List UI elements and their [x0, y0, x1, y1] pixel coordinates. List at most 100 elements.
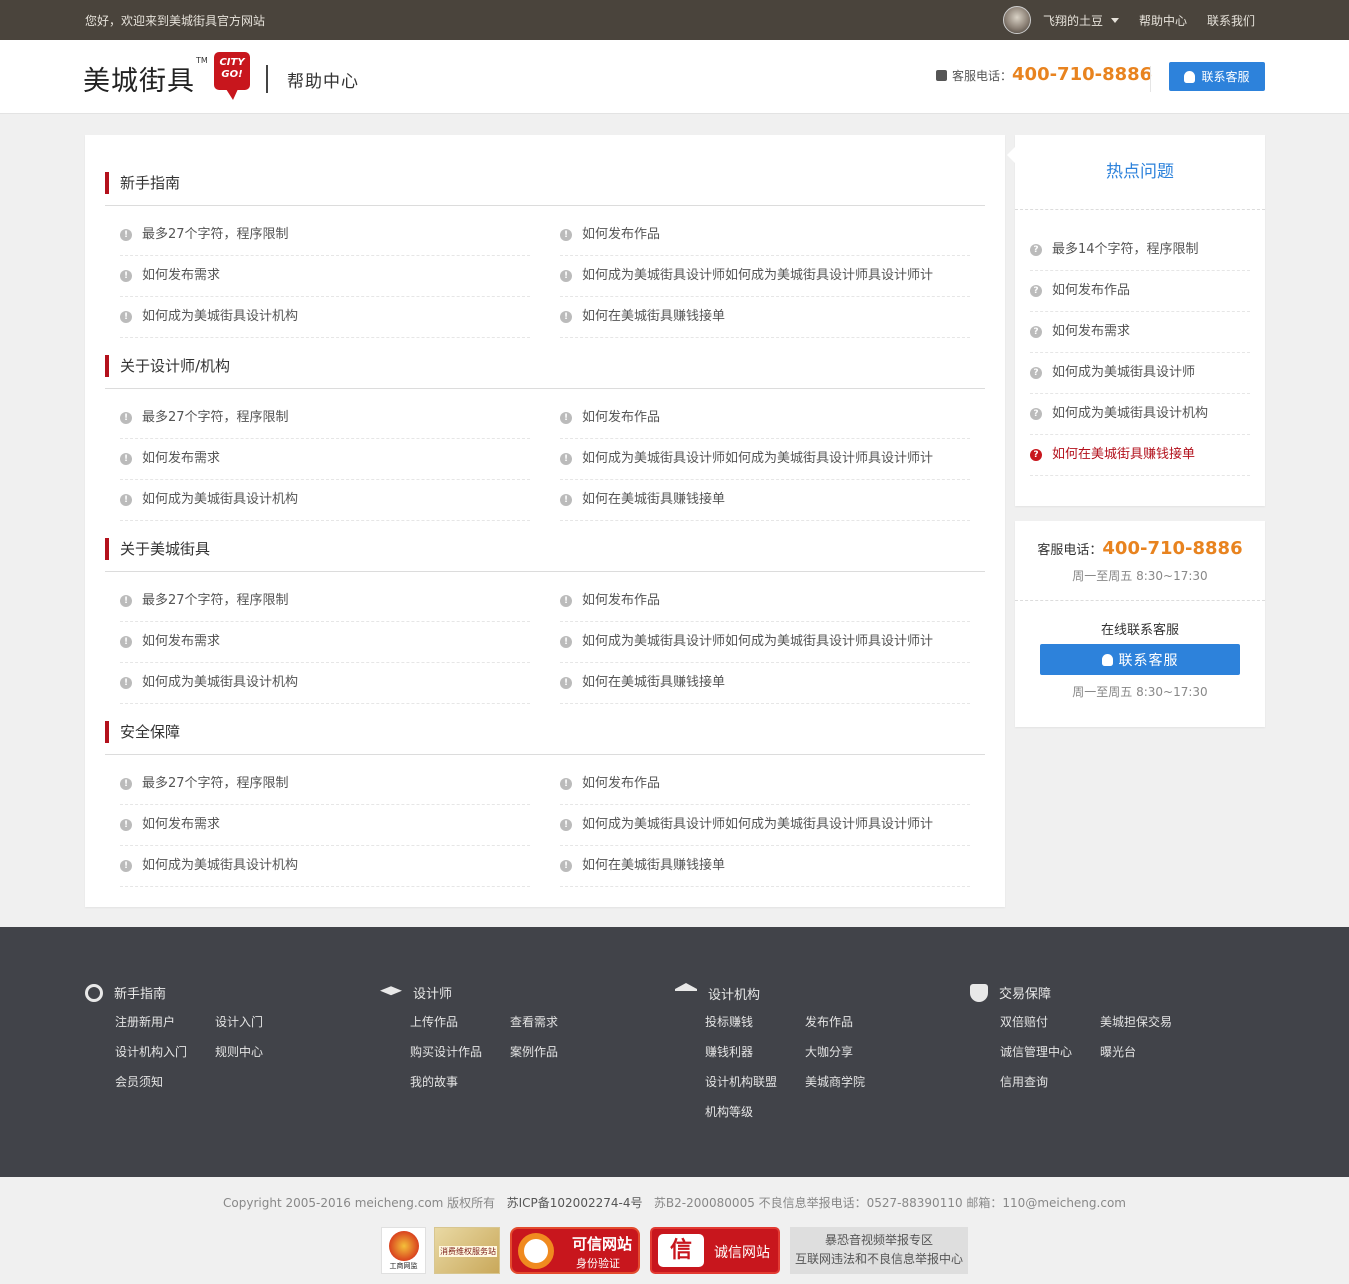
faq-item-label: 如何发布需求: [142, 451, 221, 466]
online-service-button-label: 联系客服: [1118, 652, 1179, 669]
faq-item[interactable]: ! 如何在美城街具赚钱接单: [560, 297, 970, 338]
footer-column-title: 设计机构: [708, 987, 761, 1003]
username: 飞翔的土豆: [1042, 13, 1103, 28]
faq-item[interactable]: ! 如何发布需求: [120, 256, 530, 297]
faq-item[interactable]: ! 如何成为美城街具设计师如何成为美城街具设计师具设计师计: [560, 622, 970, 663]
hot-question-item[interactable]: ? 如何发布作品: [1030, 271, 1250, 312]
avatar[interactable]: [1002, 6, 1031, 34]
question-icon: ?: [1030, 285, 1042, 297]
faq-item-label: 如何在美城街具赚钱接单: [582, 858, 726, 873]
customer-service-panel: 客服电话：400-710-8886 周一至周五 8:30~17:30 在线联系客…: [1015, 521, 1265, 727]
report-center-badge[interactable]: 暴恐音视频举报专区 互联网违法和不良信息举报中心: [790, 1227, 968, 1274]
consumer-rights-badge[interactable]: 消费维权服务站: [434, 1227, 500, 1274]
faq-item[interactable]: ! 如何发布作品: [560, 215, 970, 256]
contact-us-link[interactable]: 联系我们: [1207, 12, 1255, 29]
faq-item[interactable]: ! 如何成为美城街具设计机构: [120, 846, 530, 887]
question-icon: ?: [1030, 367, 1042, 379]
section-title: 关于美城街具: [105, 538, 985, 560]
service-phone-number: 400-710-8886: [1102, 538, 1243, 559]
footer-link[interactable]: 信用查询: [1000, 1073, 1048, 1090]
help-center-link[interactable]: 帮助中心: [1139, 12, 1187, 29]
icp-link[interactable]: 苏ICP备102002274-4号: [507, 1196, 643, 1210]
faq-item[interactable]: ! 如何在美城街具赚钱接单: [560, 846, 970, 887]
footer-link[interactable]: 购买设计作品: [410, 1043, 482, 1060]
faq-item[interactable]: ! 最多27个字符，程序限制: [120, 215, 530, 256]
question-icon: ?: [1030, 244, 1042, 256]
faq-item-label: 最多27个字符，程序限制: [142, 410, 289, 425]
faq-item-label: 如何成为美城街具设计机构: [142, 858, 299, 873]
faq-item[interactable]: ! 如何在美城街具赚钱接单: [560, 480, 970, 521]
faq-item[interactable]: ! 如何成为美城街具设计机构: [120, 663, 530, 704]
footer-link[interactable]: 会员须知: [115, 1073, 163, 1090]
faq-item[interactable]: ! 如何成为美城街具设计机构: [120, 297, 530, 338]
faq-item[interactable]: ! 如何发布需求: [120, 622, 530, 663]
info-icon: !: [560, 860, 572, 872]
footer-link[interactable]: 投标赚钱: [705, 1013, 753, 1030]
faq-item[interactable]: ! 最多27个字符，程序限制: [120, 398, 530, 439]
footer-link[interactable]: 曝光台: [1100, 1043, 1136, 1060]
footer-link[interactable]: 美城担保交易: [1100, 1013, 1172, 1030]
hot-question-item[interactable]: ? 如何在美城街具赚钱接单: [1030, 435, 1250, 476]
footer-column-title: 交易保障: [999, 987, 1052, 1002]
hot-question-item[interactable]: ? 最多14个字符，程序限制: [1030, 230, 1250, 271]
user-menu[interactable]: 飞翔的土豆: [1043, 12, 1119, 29]
faq-item[interactable]: ! 如何发布需求: [120, 439, 530, 480]
faq-item-label: 如何发布需求: [142, 817, 221, 832]
faq-item-label: 如何发布作品: [582, 593, 661, 608]
section-divider: [105, 754, 985, 755]
faq-item[interactable]: ! 如何成为美城街具设计机构: [120, 480, 530, 521]
site-header: 美城街具 TM CITY GO! 帮助中心 客服电话： 400-710-8886: [0, 40, 1349, 114]
footer-link[interactable]: 机构等级: [705, 1103, 753, 1120]
faq-section: 安全保障! 最多27个字符，程序限制! 如何发布作品! 如何发布需求! 如何成为美城街具…: [105, 721, 985, 887]
footer-link[interactable]: 上传作品: [410, 1013, 458, 1030]
faq-item[interactable]: ! 如何发布作品: [560, 764, 970, 805]
faq-item[interactable]: ! 最多27个字符，程序限制: [120, 581, 530, 622]
phone-number: 400-710-8886: [1012, 64, 1153, 85]
hot-question-label: 如何成为美城街具设计师: [1052, 365, 1196, 380]
info-icon: !: [120, 494, 132, 506]
faq-item-label: 如何在美城街具赚钱接单: [582, 492, 726, 507]
faq-item[interactable]: ! 如何发布作品: [560, 398, 970, 439]
footer-link[interactable]: 发布作品: [805, 1013, 853, 1030]
hot-question-item[interactable]: ? 如何发布需求: [1030, 312, 1250, 353]
hot-question-label: 如何成为美城街具设计机构: [1052, 406, 1209, 421]
xin-icon: 信: [658, 1234, 704, 1267]
online-service-button[interactable]: 联系客服: [1040, 644, 1240, 675]
info-icon: !: [120, 595, 132, 607]
footer-link[interactable]: 规则中心: [215, 1043, 263, 1060]
faq-item[interactable]: ! 如何在美城街具赚钱接单: [560, 663, 970, 704]
faq-item[interactable]: ! 如何成为美城街具设计师如何成为美城街具设计师具设计师计: [560, 256, 970, 297]
contact-service-button[interactable]: 联系客服: [1169, 62, 1265, 91]
faq-item[interactable]: ! 如何发布需求: [120, 805, 530, 846]
footer-link[interactable]: 设计机构入门: [115, 1043, 187, 1060]
hot-question-item[interactable]: ? 如何成为美城街具设计机构: [1030, 394, 1250, 435]
footer-link[interactable]: 我的故事: [410, 1073, 458, 1090]
faq-item-label: 如何发布需求: [142, 268, 221, 283]
footer-link[interactable]: 注册新用户: [115, 1013, 175, 1030]
faq-item[interactable]: ! 如何成为美城街具设计师如何成为美城街具设计师具设计师计: [560, 439, 970, 480]
info-icon: !: [560, 636, 572, 648]
question-icon: ?: [1030, 326, 1042, 338]
footer-link[interactable]: 设计入门: [215, 1013, 263, 1030]
faq-item-label: 如何成为美城街具设计师如何成为美城街具设计师具设计师计: [582, 817, 934, 832]
faq-panel: 新手指南! 最多27个字符，程序限制! 如何发布作品! 如何发布需求! 如何成为美城街具…: [85, 135, 1005, 907]
footer-link[interactable]: 大咖分享: [805, 1043, 853, 1060]
integrity-site-badge[interactable]: 信诚信网站: [650, 1227, 780, 1274]
faq-item[interactable]: ! 最多27个字符，程序限制: [120, 764, 530, 805]
footer-link[interactable]: 诚信管理中心: [1000, 1043, 1072, 1060]
trusted-site-badge[interactable]: 可信网站 身份验证: [510, 1227, 640, 1274]
footer-link[interactable]: 美城商学院: [805, 1073, 865, 1090]
footer-link[interactable]: 双倍赔付: [1000, 1013, 1048, 1030]
footer-link[interactable]: 查看需求: [510, 1013, 558, 1030]
header-phone: 客服电话： 400-710-8886: [936, 64, 1152, 85]
phone-label: 客服电话：: [952, 69, 1013, 83]
faq-item[interactable]: ! 如何成为美城街具设计师如何成为美城街具设计师具设计师计: [560, 805, 970, 846]
hot-question-item[interactable]: ? 如何成为美城街具设计师: [1030, 353, 1250, 394]
logo-badge-icon: CITY GO!: [214, 52, 250, 100]
footer-link[interactable]: 赚钱利器: [705, 1043, 753, 1060]
logo[interactable]: 美城街具: [83, 59, 195, 98]
footer-link[interactable]: 设计机构联盟: [705, 1073, 777, 1090]
faq-item[interactable]: ! 如何发布作品: [560, 581, 970, 622]
footer-link[interactable]: 案例作品: [510, 1043, 558, 1060]
gongshang-badge[interactable]: 工商网监: [381, 1227, 426, 1274]
